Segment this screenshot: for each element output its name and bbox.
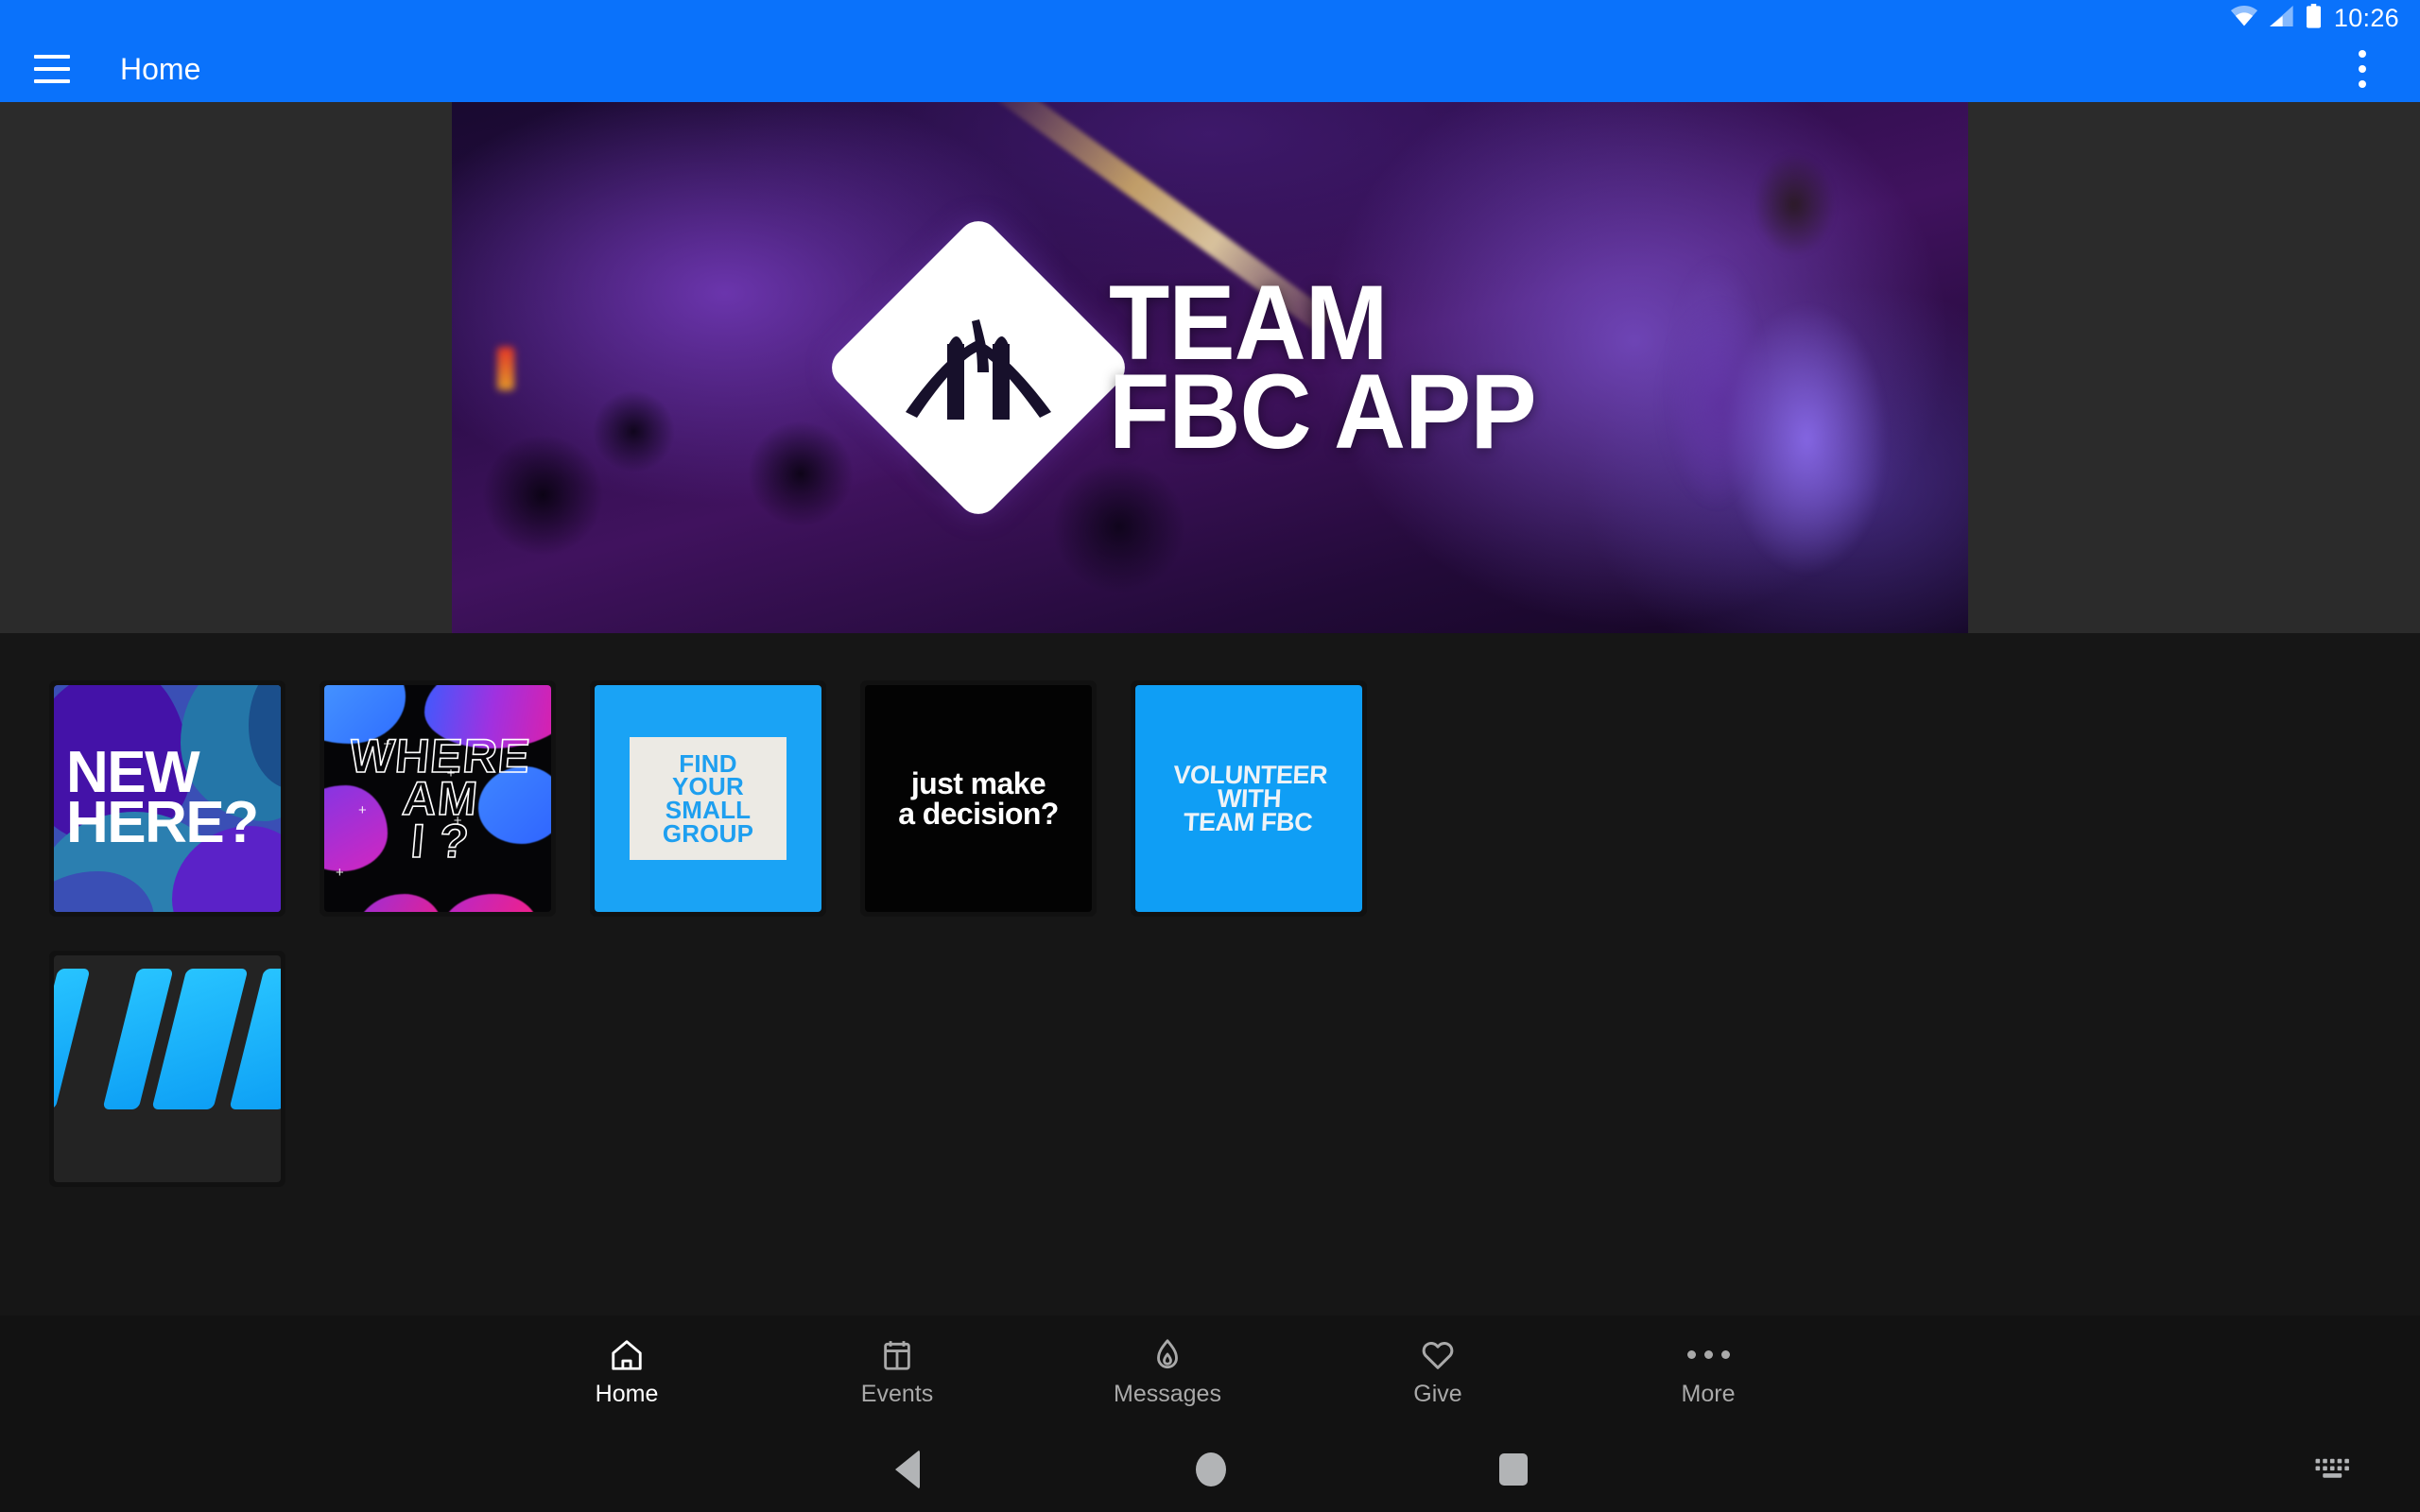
bottom-navigation-bar: Home Events Messages Give More bbox=[0, 1315, 2420, 1427]
ellipsis-dot bbox=[1703, 1350, 1713, 1359]
card-text-panel: FIND YOUR SMALL GROUP bbox=[630, 737, 786, 860]
bar-decor bbox=[54, 969, 90, 1110]
card-where-am-i[interactable]: + + + + + WHERE AM I ? bbox=[320, 680, 556, 917]
card-new-here[interactable]: NEW HERE? bbox=[49, 680, 285, 917]
hamburger-line bbox=[34, 55, 70, 59]
card-text-line: I ? bbox=[408, 814, 473, 868]
recents-square-icon[interactable] bbox=[1499, 1453, 1528, 1486]
ellipsis-dots bbox=[1686, 1337, 1730, 1373]
hero-title-line-2: FBC APP bbox=[1108, 352, 1537, 471]
bridge-diamond-logo-icon bbox=[822, 212, 1133, 524]
card-text-line: just make bbox=[910, 766, 1046, 800]
card-just-make-a-decision[interactable]: just make a decision? bbox=[860, 680, 1097, 917]
hamburger-menu-icon[interactable] bbox=[25, 42, 79, 96]
tab-give[interactable]: Give bbox=[1303, 1337, 1573, 1406]
card-new-here-text: NEW HERE? bbox=[54, 685, 281, 912]
flame-icon bbox=[1150, 1337, 1185, 1373]
back-triangle-icon[interactable] bbox=[895, 1450, 920, 1489]
card-volunteer-with-team-fbc-art: VOLUNTEER WITH TEAM FBC bbox=[1135, 685, 1362, 912]
card-volunteer-text: VOLUNTEER WITH TEAM FBC bbox=[1170, 760, 1328, 836]
tab-home[interactable]: Home bbox=[492, 1337, 762, 1406]
card-text-line: WHERE bbox=[347, 729, 534, 783]
app-screen: 10:26 Home TEAM FBC APP NEW HERE? + + + … bbox=[0, 0, 2420, 1512]
card-where-am-i-text: WHERE AM I ? bbox=[324, 685, 551, 912]
card-text-line: TEAM FBC bbox=[1182, 807, 1313, 836]
status-bar-icons bbox=[2230, 3, 2322, 33]
tab-events-label: Events bbox=[860, 1380, 934, 1407]
tab-home-label: Home bbox=[595, 1380, 659, 1407]
hamburger-line bbox=[34, 79, 70, 83]
app-bar: Home bbox=[0, 36, 2420, 102]
wifi-icon bbox=[2230, 5, 2258, 31]
tab-more-label: More bbox=[1681, 1380, 1736, 1407]
hero-title-block: TEAM FBC APP bbox=[1108, 269, 1563, 471]
feature-card-grid-row-2 bbox=[0, 917, 2420, 1187]
ellipsis-icon bbox=[1686, 1337, 1730, 1373]
bridge-glyph bbox=[869, 258, 1088, 477]
card-text-line: HERE? bbox=[66, 790, 259, 855]
overflow-dot bbox=[2359, 65, 2366, 73]
overflow-dot bbox=[2359, 50, 2366, 58]
hero-content: TEAM FBC APP bbox=[452, 102, 1968, 633]
hero-banner-container: TEAM FBC APP bbox=[0, 102, 2420, 633]
status-bar-clock: 10:26 bbox=[2333, 3, 2399, 32]
feature-card-grid: NEW HERE? + + + + + WHERE AM I ? FIND YO… bbox=[0, 633, 2420, 917]
status-bar: 10:26 bbox=[0, 0, 2420, 36]
tab-messages[interactable]: Messages bbox=[1032, 1337, 1303, 1406]
hero-banner[interactable]: TEAM FBC APP bbox=[452, 102, 1968, 633]
card-volunteer-with-team-fbc[interactable]: VOLUNTEER WITH TEAM FBC bbox=[1131, 680, 1367, 917]
card-text-line: SMALL bbox=[665, 795, 752, 824]
heart-icon bbox=[1420, 1337, 1456, 1373]
ellipsis-dot bbox=[1720, 1350, 1730, 1359]
bottom-nav-tabs: Home Events Messages Give More bbox=[492, 1337, 1843, 1406]
battery-icon bbox=[2306, 3, 2322, 33]
cellular-signal-icon bbox=[2269, 5, 2294, 31]
card-blue-bars[interactable] bbox=[49, 951, 285, 1187]
card-text-line: GROUP bbox=[662, 818, 754, 848]
tab-give-label: Give bbox=[1413, 1380, 1462, 1407]
content-scroll-area[interactable]: TEAM FBC APP NEW HERE? + + + + + WHERE A… bbox=[0, 102, 2420, 1329]
card-find-your-small-group[interactable]: FIND YOUR SMALL GROUP bbox=[590, 680, 826, 917]
home-icon bbox=[609, 1337, 645, 1373]
home-circle-icon[interactable] bbox=[1196, 1452, 1226, 1486]
card-text-line: VOLUNTEER bbox=[1172, 760, 1328, 789]
overflow-menu-icon[interactable] bbox=[2341, 41, 2384, 97]
tab-messages-label: Messages bbox=[1114, 1380, 1221, 1407]
tab-more[interactable]: More bbox=[1573, 1337, 1843, 1406]
android-system-nav-bar bbox=[0, 1427, 2420, 1512]
card-blue-bars-art bbox=[54, 955, 281, 1182]
card-text-line: AM bbox=[400, 771, 481, 826]
hamburger-line bbox=[34, 67, 70, 71]
card-where-am-i-art: + + + + + WHERE AM I ? bbox=[324, 685, 551, 912]
page-title: Home bbox=[120, 52, 201, 86]
card-text-line: a decision? bbox=[898, 797, 1059, 831]
calendar-icon bbox=[879, 1337, 915, 1373]
card-just-make-a-decision-text: just make a decision? bbox=[898, 766, 1059, 831]
card-just-make-a-decision-art: just make a decision? bbox=[865, 685, 1092, 912]
card-text-line: WITH bbox=[1216, 783, 1282, 813]
card-find-your-small-group-art: FIND YOUR SMALL GROUP bbox=[595, 685, 821, 912]
ellipsis-dot bbox=[1686, 1350, 1696, 1359]
tab-events[interactable]: Events bbox=[762, 1337, 1032, 1406]
overflow-dot bbox=[2359, 80, 2366, 88]
keyboard-icon[interactable] bbox=[2314, 1454, 2352, 1486]
card-new-here-art: NEW HERE? bbox=[54, 685, 281, 912]
